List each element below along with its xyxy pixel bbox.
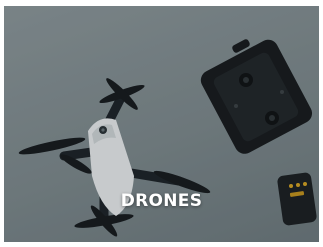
category-card-drones[interactable]: DRONES	[4, 6, 319, 242]
remote-controller	[200, 39, 313, 154]
category-label: DRONES	[120, 191, 203, 211]
drone	[18, 78, 211, 237]
